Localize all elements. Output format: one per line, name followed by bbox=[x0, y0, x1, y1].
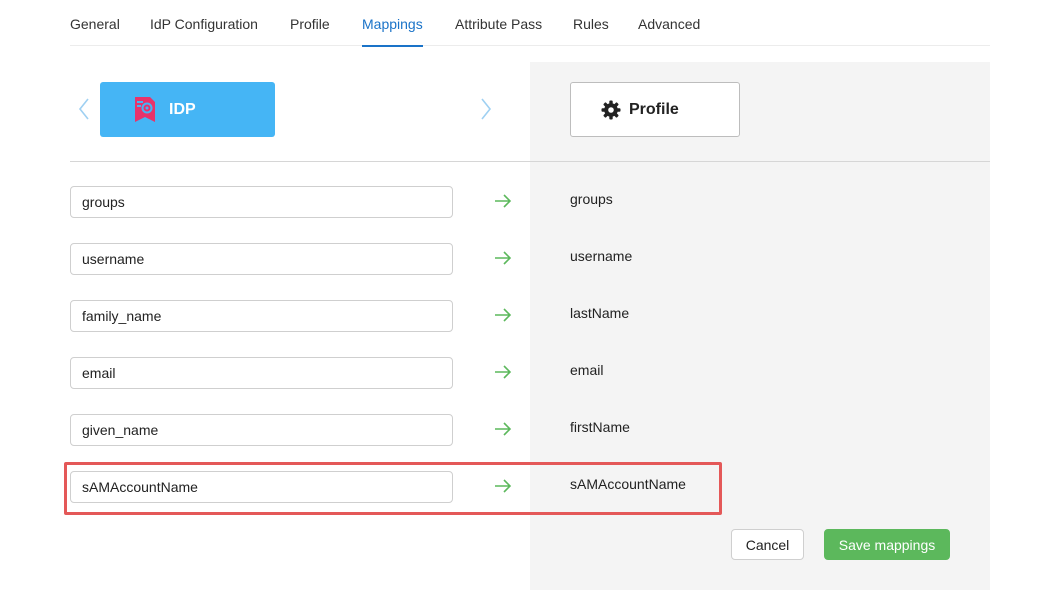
target-attribute-label: groups bbox=[570, 191, 613, 207]
target-attribute-label: username bbox=[570, 248, 633, 264]
source-attribute-input[interactable] bbox=[70, 414, 453, 446]
tab-mappings[interactable]: Mappings bbox=[362, 15, 423, 47]
chevron-right-icon[interactable] bbox=[478, 96, 494, 122]
arrow-right-icon bbox=[493, 305, 513, 325]
save-mappings-button[interactable]: Save mappings bbox=[824, 529, 950, 560]
idp-source-label: IDP bbox=[169, 100, 196, 118]
source-attribute-input[interactable] bbox=[70, 357, 453, 389]
source-attribute-input[interactable] bbox=[70, 471, 453, 503]
target-attribute-label: firstName bbox=[570, 419, 630, 435]
profile-target-card[interactable]: Profile bbox=[570, 82, 740, 137]
cancel-button[interactable]: Cancel bbox=[731, 529, 804, 560]
target-attribute-label: lastName bbox=[570, 305, 630, 321]
target-attribute-label: email bbox=[570, 362, 604, 378]
arrow-right-icon bbox=[493, 476, 513, 496]
arrow-right-icon bbox=[493, 248, 513, 268]
arrow-right-icon bbox=[493, 362, 513, 382]
target-attribute-label: sAMAccountName bbox=[570, 476, 686, 492]
tab-general[interactable]: General bbox=[70, 15, 120, 33]
profile-target-label: Profile bbox=[629, 100, 679, 118]
idp-badge-icon bbox=[133, 96, 157, 123]
tab-attribute-pass[interactable]: Attribute Pass bbox=[455, 15, 542, 33]
profile-panel bbox=[530, 62, 990, 590]
header-divider bbox=[70, 161, 990, 162]
source-attribute-input[interactable] bbox=[70, 243, 453, 275]
arrow-right-icon bbox=[493, 419, 513, 439]
tab-advanced[interactable]: Advanced bbox=[638, 15, 700, 33]
source-attribute-input[interactable] bbox=[70, 300, 453, 332]
source-attribute-input[interactable] bbox=[70, 186, 453, 218]
chevron-left-icon[interactable] bbox=[76, 96, 92, 122]
tab-bar: General IdP Configuration Profile Mappin… bbox=[70, 0, 990, 47]
tab-rules[interactable]: Rules bbox=[573, 15, 609, 33]
gear-icon bbox=[601, 100, 621, 120]
tab-profile[interactable]: Profile bbox=[290, 15, 330, 33]
tab-idp-configuration[interactable]: IdP Configuration bbox=[150, 15, 258, 33]
arrow-right-icon bbox=[493, 191, 513, 211]
idp-source-card[interactable]: IDP bbox=[100, 82, 275, 137]
